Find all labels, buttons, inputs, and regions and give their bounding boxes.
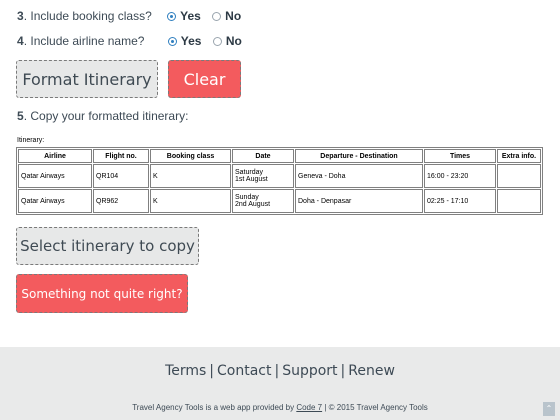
- question-label: . Copy your formatted itinerary:: [23, 109, 189, 123]
- support-link[interactable]: Support: [282, 363, 337, 379]
- booking-class-yes-radio[interactable]: [167, 12, 177, 21]
- table-row: Qatar Airways QR104 K Saturday 1st August…: [18, 164, 541, 188]
- extra-cell: [497, 164, 541, 188]
- airline-cell: Qatar Airways: [18, 164, 92, 188]
- clear-button[interactable]: Clear: [168, 60, 241, 98]
- question-number: 4: [17, 34, 24, 48]
- airline-name-no-label[interactable]: No: [226, 34, 242, 48]
- question-number: 5: [17, 109, 24, 123]
- booking-class-yes-label[interactable]: Yes: [180, 9, 201, 23]
- footer-links: Terms | Contact | Support | Renew: [165, 363, 395, 379]
- scroll-to-top-icon[interactable]: ⌃: [543, 402, 555, 416]
- report-problem-button[interactable]: Something not quite right?: [16, 274, 188, 313]
- copyright-text: | © 2015 Travel Agency Tools: [322, 403, 428, 412]
- date-cell: Sunday 2nd August: [232, 189, 294, 213]
- question-label: . Include airline name?: [23, 34, 145, 48]
- airline-name-yes-radio[interactable]: [167, 37, 177, 46]
- date-day-month: 1st August: [235, 176, 268, 183]
- credit-text: Travel Agency Tools is a web app provide…: [132, 403, 297, 412]
- column-header: Departure - Destination: [295, 149, 423, 163]
- column-header: Flight no.: [93, 149, 149, 163]
- question-booking-class: 3. Include booking class? Yes No: [17, 9, 249, 23]
- extra-cell: [497, 189, 541, 213]
- footer: Terms | Contact | Support | Renew Travel Agenc…: [0, 347, 560, 420]
- times-cell: 16:00 - 23:20: [424, 164, 496, 188]
- route-cell: Geneva - Doha: [295, 164, 423, 188]
- contact-link[interactable]: Contact: [217, 363, 271, 379]
- column-header: Booking class: [150, 149, 231, 163]
- times-cell: 02:25 - 17:10: [424, 189, 496, 213]
- terms-link[interactable]: Terms: [165, 363, 206, 379]
- table-header-row: Airline Flight no. Booking class Date De…: [18, 149, 541, 163]
- class-cell: K: [150, 189, 231, 213]
- airline-cell: Qatar Airways: [18, 189, 92, 213]
- code7-link[interactable]: Code 7: [296, 403, 322, 412]
- column-header: Extra info.: [497, 149, 541, 163]
- column-header: Airline: [18, 149, 92, 163]
- route-cell: Doha - Denpasar: [295, 189, 423, 213]
- footer-credit: Travel Agency Tools is a web app provide…: [0, 403, 560, 412]
- date-cell: Saturday 1st August: [232, 164, 294, 188]
- flight-cell: QR962: [93, 189, 149, 213]
- question-label: . Include booking class?: [23, 9, 152, 23]
- booking-class-no-radio[interactable]: [212, 12, 222, 21]
- question-airline-name: 4. Include airline name? Yes No: [17, 34, 250, 48]
- column-header: Times: [424, 149, 496, 163]
- class-cell: K: [150, 164, 231, 188]
- flight-cell: QR104: [93, 164, 149, 188]
- airline-name-yes-label[interactable]: Yes: [181, 34, 202, 48]
- itinerary-table: Airline Flight no. Booking class Date De…: [16, 147, 543, 215]
- itinerary-label: Itinerary:: [17, 137, 45, 144]
- date-day: Saturday: [235, 169, 264, 176]
- table-row: Qatar Airways QR962 K Sunday 2nd August D…: [18, 189, 541, 213]
- select-itinerary-button[interactable]: Select itinerary to copy: [16, 227, 199, 265]
- column-header: Date: [232, 149, 294, 163]
- renew-link[interactable]: Renew: [348, 363, 395, 379]
- airline-name-no-radio[interactable]: [212, 37, 222, 46]
- question-copy: 5. Copy your formatted itinerary:: [17, 109, 188, 123]
- format-itinerary-button[interactable]: Format Itinerary: [16, 60, 158, 98]
- date-day: Sunday: [235, 194, 259, 201]
- booking-class-no-label[interactable]: No: [225, 9, 241, 23]
- question-number: 3: [17, 9, 24, 23]
- date-day-month: 2nd August: [235, 201, 271, 208]
